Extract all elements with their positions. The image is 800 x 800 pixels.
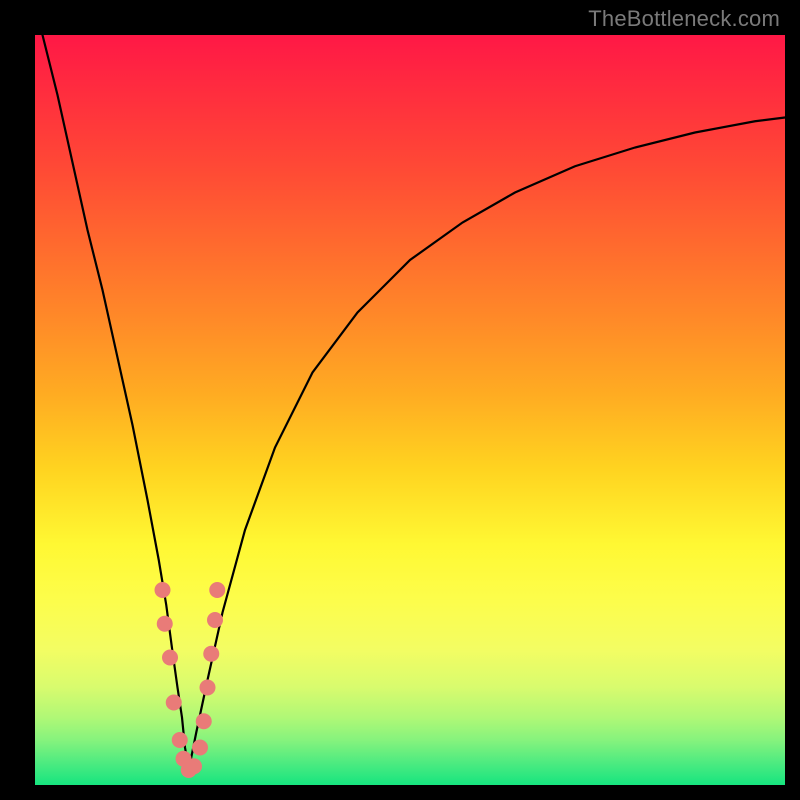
data-point: [203, 646, 219, 662]
chart-frame: TheBottleneck.com: [0, 0, 800, 800]
data-point: [157, 616, 173, 632]
data-point: [200, 680, 216, 696]
data-point: [155, 582, 171, 598]
chart-svg: [35, 35, 785, 785]
data-point: [166, 695, 182, 711]
data-point: [162, 650, 178, 666]
plot-area: [35, 35, 785, 785]
curve-group: [43, 35, 786, 770]
data-point: [209, 582, 225, 598]
marker-group: [155, 582, 226, 778]
curve-right-branch: [189, 118, 785, 771]
data-point: [192, 740, 208, 756]
data-point: [207, 612, 223, 628]
watermark-text: TheBottleneck.com: [588, 6, 780, 32]
data-point: [196, 713, 212, 729]
data-point: [186, 758, 202, 774]
data-point: [172, 732, 188, 748]
